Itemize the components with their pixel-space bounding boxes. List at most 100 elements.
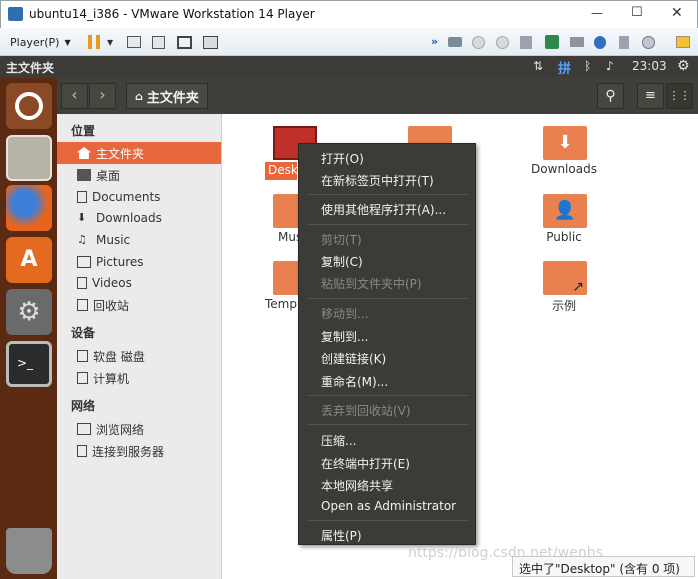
unity-launcher: A ⚙ >_ xyxy=(0,78,57,579)
volume-icon[interactable]: ♪ xyxy=(606,59,614,73)
camera-icon[interactable] xyxy=(642,36,655,49)
menu-item-make-link[interactable]: 创建链接(K) xyxy=(321,350,386,367)
file-label[interactable]: Public xyxy=(509,230,619,244)
sidebar-item-computer[interactable]: 计算机 xyxy=(57,367,221,389)
clock[interactable]: 23:03 xyxy=(632,59,667,73)
menu-item-open-in-terminal[interactable]: 在终端中打开(E) xyxy=(321,455,410,472)
public-folder-icon[interactable]: 👤 xyxy=(543,194,587,228)
section-title-devices: 设备 xyxy=(71,326,96,340)
sidebar-item-label: Pictures xyxy=(96,255,144,269)
trash-launcher-icon[interactable] xyxy=(6,528,52,574)
bluetooth-icon[interactable]: ᛒ xyxy=(584,59,591,73)
network-adapter-icon[interactable] xyxy=(545,35,559,49)
close-button[interactable]: ✕ xyxy=(671,5,683,21)
menu-item-open-as-administrator[interactable]: Open as Administrator xyxy=(321,499,456,513)
grid-view-button[interactable]: ⋮⋮ xyxy=(666,83,693,109)
maximize-button[interactable]: ☐ xyxy=(631,5,643,20)
menu-item-open-new-tab[interactable]: 在新标签页中打开(T) xyxy=(321,172,434,189)
player-menu-label: Player(P) xyxy=(10,36,60,49)
printer-icon[interactable] xyxy=(594,36,606,49)
music-icon: ♫ xyxy=(77,233,87,246)
network-icon[interactable] xyxy=(127,36,141,48)
menu-separator xyxy=(307,424,469,425)
sound-icon[interactable] xyxy=(619,36,629,49)
examples-folder-icon[interactable]: ↗ xyxy=(543,261,587,295)
back-button[interactable]: ‹ xyxy=(61,83,88,109)
downloads-folder-icon[interactable]: ⬇ xyxy=(543,126,587,160)
sidebar-item-label: Documents xyxy=(92,190,161,204)
sidebar-item-label: 桌面 xyxy=(96,168,121,183)
menu-item-paste-into-folder: 粘贴到文件夹中(P) xyxy=(321,277,422,291)
terminal-icon[interactable]: >_ xyxy=(6,341,52,387)
menu-item-open[interactable]: 打开(O) xyxy=(321,150,364,167)
message-icon[interactable] xyxy=(676,36,690,48)
sidebar-item-floppy[interactable]: 软盘 磁盘 xyxy=(57,345,221,367)
unity-icon[interactable] xyxy=(203,36,218,49)
send-ctrl-alt-del-icon[interactable] xyxy=(152,36,165,49)
sidebar-item-browse-network[interactable]: 浏览网络 xyxy=(57,418,221,440)
firefox-icon[interactable] xyxy=(6,185,52,231)
cd2-icon[interactable] xyxy=(496,36,509,49)
vmware-toolbar: Player(P) ▼ ▼ » xyxy=(0,28,698,56)
video-icon xyxy=(77,277,87,289)
sidebar-item-connect-server[interactable]: 连接到服务器 xyxy=(57,440,221,462)
software-center-icon[interactable]: A xyxy=(6,237,52,283)
menu-item-compress[interactable]: 压缩... xyxy=(321,432,356,449)
usb-icon[interactable] xyxy=(570,37,584,47)
sidebar-item-desktop[interactable]: 桌面 xyxy=(57,164,221,186)
section-title-network: 网络 xyxy=(71,399,96,413)
sidebar-item-label: Downloads xyxy=(96,211,162,225)
server-icon xyxy=(77,445,87,457)
ubuntu-dash-icon[interactable] xyxy=(6,83,52,129)
file-label-selected[interactable]: Desk xyxy=(265,162,297,180)
network-indicator-icon[interactable]: ⇅ xyxy=(533,59,543,73)
player-menu[interactable]: Player(P) ▼ xyxy=(10,36,71,49)
pause-icon[interactable] xyxy=(88,35,100,49)
minimize-button[interactable]: — xyxy=(591,6,603,20)
document-icon xyxy=(77,191,87,203)
search-button[interactable]: ⚲ xyxy=(597,83,624,109)
files-launcher-icon[interactable] xyxy=(6,135,52,181)
fullscreen-icon[interactable] xyxy=(177,36,192,49)
hdd-icon[interactable] xyxy=(448,37,462,47)
file-label[interactable]: Downloads xyxy=(509,162,619,176)
sidebar-item-label: 计算机 xyxy=(93,371,130,386)
input-method-icon[interactable]: 拼 xyxy=(558,58,571,77)
menu-item-properties[interactable]: 属性(P) xyxy=(321,527,362,544)
settings-gear-icon[interactable]: ⚙ xyxy=(677,58,690,74)
sidebar-item-label: Music xyxy=(96,233,131,247)
network-icon xyxy=(77,423,91,435)
sidebar-item-downloads[interactable]: ⬇ Downloads xyxy=(57,207,221,229)
menu-item-move-to: 移动到... xyxy=(321,307,369,321)
home-icon: ⌂ xyxy=(135,89,143,103)
cd-icon[interactable] xyxy=(472,36,485,49)
list-view-button[interactable]: ≡ xyxy=(637,83,664,109)
sidebar-item-label: 浏览网络 xyxy=(96,422,145,437)
more-devices-icon[interactable]: » xyxy=(431,35,438,48)
system-settings-icon[interactable]: ⚙ xyxy=(6,289,52,335)
sidebar-item-pictures[interactable]: Pictures xyxy=(57,251,221,273)
sidebar-item-music[interactable]: ♫ Music xyxy=(57,229,221,251)
sidebar-item-videos[interactable]: Videos xyxy=(57,272,221,294)
sidebar-item-documents[interactable]: Documents xyxy=(57,186,221,208)
floppy-icon[interactable] xyxy=(520,36,532,49)
ubuntu-logo-icon xyxy=(15,92,43,120)
sidebar-item-trash[interactable]: 回收站 xyxy=(57,294,221,316)
sidebar-item-home[interactable]: 主文件夹 xyxy=(57,142,221,164)
path-bar-home[interactable]: ⌂ 主文件夹 xyxy=(126,83,208,109)
menu-item-copy[interactable]: 复制(C) xyxy=(321,253,363,270)
menu-separator xyxy=(307,194,469,195)
vmware-app-icon xyxy=(8,7,23,21)
computer-icon xyxy=(77,372,88,384)
sidebar-item-label: 主文件夹 xyxy=(96,146,145,161)
file-label[interactable]: 示例 xyxy=(509,297,619,314)
menu-item-rename[interactable]: 重命名(M)... xyxy=(321,373,388,390)
file-label[interactable]: Temp xyxy=(265,297,297,311)
file-label: Desk xyxy=(268,163,297,177)
pause-dropdown-icon[interactable]: ▼ xyxy=(107,38,113,47)
menu-item-copy-to[interactable]: 复制到... xyxy=(321,328,368,345)
menu-item-local-network-share[interactable]: 本地网络共享 xyxy=(321,477,393,494)
forward-button[interactable]: › xyxy=(89,83,116,109)
context-menu: 打开(O) 在新标签页中打开(T) 使用其他程序打开(A)... 剪切(T) 复… xyxy=(298,143,476,545)
menu-item-open-with[interactable]: 使用其他程序打开(A)... xyxy=(321,201,446,218)
